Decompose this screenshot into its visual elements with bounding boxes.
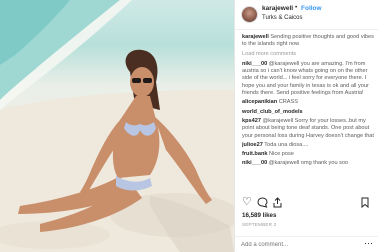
action-bar: ♡ bbox=[242, 196, 372, 210]
comment-item: fruit.bank Nice pose bbox=[242, 151, 375, 158]
comment-username[interactable]: niki___00 bbox=[242, 61, 267, 67]
comment-username[interactable]: kps427 bbox=[242, 118, 261, 124]
comment-item: julioe27 Toda una diosa.... bbox=[242, 142, 375, 149]
post-side-panel: karajewell • Follow Turks & Caicos karaj… bbox=[234, 0, 378, 252]
comment-username[interactable]: alicepanikian bbox=[242, 99, 277, 105]
likes-count[interactable]: 16,589 likes bbox=[242, 212, 276, 219]
beach-photo-illustration bbox=[0, 0, 234, 252]
follow-button[interactable]: Follow bbox=[301, 5, 322, 12]
add-comment-input[interactable] bbox=[241, 240, 361, 250]
post-header: karajewell • Follow Turks & Caicos bbox=[235, 0, 378, 30]
header-username[interactable]: karajewell bbox=[262, 5, 293, 12]
location-link[interactable]: Turks & Caicos bbox=[262, 15, 302, 21]
comment-text: CRASS bbox=[278, 99, 298, 106]
comment-icon[interactable] bbox=[257, 196, 268, 208]
comment-text: Toda una diosa.... bbox=[264, 141, 309, 148]
comment-username[interactable]: niki___00 bbox=[242, 160, 267, 166]
heart-icon[interactable]: ♡ bbox=[242, 196, 252, 208]
comment-item: alicepanikian CRASS bbox=[242, 99, 375, 106]
comment-item: kps427 @karajewell Sorry for your losses… bbox=[242, 118, 375, 140]
more-options-icon[interactable]: ⋯ bbox=[364, 238, 373, 249]
caption: karajewell Sending positive thoughts and… bbox=[242, 34, 375, 49]
separator-dot: • bbox=[295, 4, 298, 11]
comment-item: niki___00 @karajewell you are amazing. I… bbox=[242, 61, 375, 97]
comment-item: niki___00 @karajewell omg thank you soo bbox=[242, 160, 375, 167]
bookmark-icon[interactable] bbox=[360, 196, 370, 208]
caption-username[interactable]: karajewell bbox=[242, 34, 269, 40]
comment-text: @karajewell omg thank you soo bbox=[268, 160, 349, 167]
comment-text: @karajewell Sorry for your losses..but m… bbox=[242, 117, 374, 139]
comment-username[interactable]: fruit.bank bbox=[242, 151, 267, 157]
comment-username[interactable]: world_club_of_models bbox=[242, 109, 303, 115]
add-comment-bar: ⋯ bbox=[235, 236, 378, 252]
share-icon[interactable] bbox=[272, 196, 283, 208]
post-photo[interactable] bbox=[0, 0, 234, 252]
comment-text: Nice pose bbox=[269, 151, 294, 158]
comment-item: world_club_of_models bbox=[242, 109, 375, 116]
post-date: SEPTEMBER 2 bbox=[242, 222, 277, 227]
avatar[interactable] bbox=[241, 6, 258, 23]
comment-username[interactable]: julioe27 bbox=[242, 142, 263, 148]
load-more-comments-link[interactable]: Load more comments bbox=[242, 51, 375, 58]
comments-list[interactable]: karajewell Sending positive thoughts and… bbox=[242, 34, 375, 192]
